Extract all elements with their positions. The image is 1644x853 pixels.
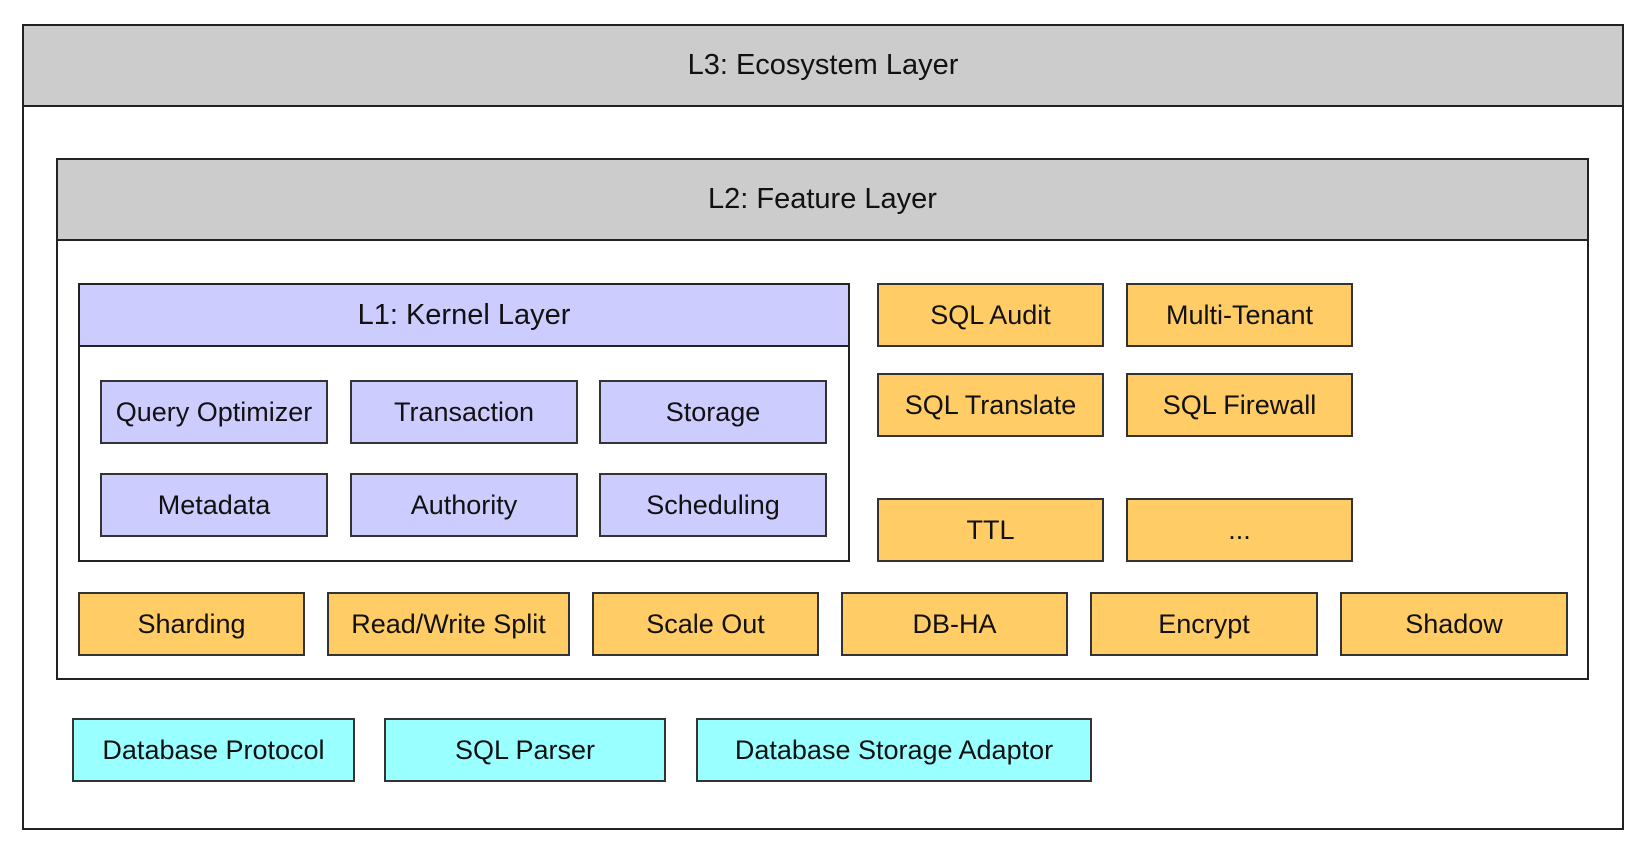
ecosystem-sql-parser: SQL Parser [384,718,666,782]
kernel-module-query-optimizer: Query Optimizer [100,380,328,444]
feature-label: SQL Firewall [1162,389,1317,420]
feature-multi-tenant: Multi-Tenant [1126,283,1353,347]
l1-header: L1: Kernel Layer [78,283,850,347]
l3-title: L3: Ecosystem Layer [687,49,959,81]
feature-sql-audit: SQL Audit [877,283,1104,347]
component-label: Database Protocol [102,734,325,765]
feature-sharding: Sharding [78,592,305,656]
feature-label: Encrypt [1158,608,1250,639]
feature-sql-firewall: SQL Firewall [1126,373,1353,437]
kernel-module-authority: Authority [350,473,578,537]
feature-read-write-split: Read/Write Split [327,592,570,656]
module-label: Metadata [157,489,271,520]
ecosystem-database-storage-adaptor: Database Storage Adaptor [696,718,1092,782]
kernel-module-transaction: Transaction [350,380,578,444]
feature-label: SQL Audit [930,299,1051,330]
feature-shadow: Shadow [1340,592,1568,656]
feature-more: ... [1126,498,1353,562]
feature-sql-translate: SQL Translate [877,373,1104,437]
feature-label: TTL [966,514,1015,545]
feature-label: SQL Translate [904,389,1077,420]
feature-ttl: TTL [877,498,1104,562]
feature-label: DB-HA [912,608,997,639]
module-label: Scheduling [646,489,780,520]
kernel-module-storage: Storage [599,380,827,444]
component-label: Database Storage Adaptor [734,734,1054,765]
feature-scale-out: Scale Out [592,592,819,656]
module-label: Query Optimizer [115,396,313,427]
module-label: Authority [410,489,518,520]
l1-title: L1: Kernel Layer [357,298,571,331]
feature-db-ha: DB-HA [841,592,1068,656]
feature-label: Read/Write Split [351,608,546,639]
module-label: Transaction [393,396,535,427]
feature-label: Sharding [137,608,246,639]
feature-label: ... [1228,514,1251,545]
feature-label: Scale Out [646,608,765,639]
kernel-module-scheduling: Scheduling [599,473,827,537]
feature-label: Multi-Tenant [1165,299,1314,330]
module-label: Storage [665,396,761,427]
kernel-module-metadata: Metadata [100,473,328,537]
ecosystem-database-protocol: Database Protocol [72,718,355,782]
l2-title: L2: Feature Layer [708,183,937,215]
component-label: SQL Parser [454,734,596,765]
l2-header: L2: Feature Layer [56,158,1589,241]
feature-label: Shadow [1405,608,1503,639]
l3-header: L3: Ecosystem Layer [22,24,1624,107]
feature-encrypt: Encrypt [1090,592,1318,656]
